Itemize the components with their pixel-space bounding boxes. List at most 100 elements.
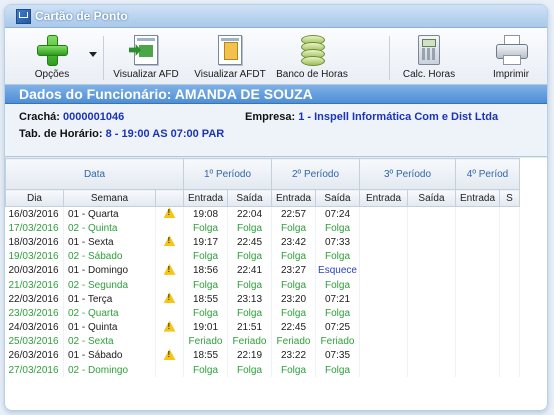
row-entrada-2: 22:57 <box>271 206 316 222</box>
row-saida-3 <box>407 249 456 264</box>
row-weekday: 02 - Domingo <box>63 363 156 378</box>
row-date: 22/03/2016 <box>5 292 64 307</box>
imprimir-button[interactable]: Imprimir <box>483 28 539 84</box>
row-saida-2: Folga <box>315 221 360 236</box>
warning-icon[interactable] <box>164 264 176 275</box>
table-row[interactable]: 20/03/201601 - Domingo 18:5622:4123:27Esq… <box>5 263 520 278</box>
table-row[interactable]: 17/03/2016 02 - Quinta Folga Folga Folga Folg… <box>5 221 520 236</box>
row-entrada-2: 23:42 <box>271 235 316 250</box>
table-row[interactable]: 23/03/2016 02 - Quarta Folga Folga Folga Folg… <box>5 306 520 321</box>
warning-icon[interactable] <box>164 207 176 218</box>
calc-horas-button[interactable]: Calc. Horas <box>399 28 459 84</box>
row-entrada-1: Folga <box>183 249 228 264</box>
row-saida-3 <box>407 263 456 278</box>
row-entrada-4 <box>455 206 500 222</box>
row-entrada-2: 23:22 <box>271 348 316 364</box>
toolbar: Opções Visualizar AFD Visualizar AFDT Ba… <box>5 28 547 85</box>
row-date: 18/03/2016 <box>5 235 64 250</box>
visualizar-afd-label: Visualizar AFD <box>113 69 179 80</box>
row-saida-2: Esquece <box>315 263 360 278</box>
column-header-dia[interactable]: Dia <box>5 189 64 207</box>
group-header-periodo-4[interactable]: 4º Períod <box>455 158 520 190</box>
column-header-entrada-3[interactable]: Entrada <box>359 189 408 207</box>
row-entrada-4 <box>455 235 500 250</box>
row-saida-2: 07:33 <box>315 235 360 250</box>
row-alert <box>155 320 184 335</box>
column-header-alert[interactable] <box>155 189 184 207</box>
row-weekday: 01 - Sábado <box>63 348 156 364</box>
row-alert <box>155 306 184 321</box>
row-entrada-4 <box>455 263 500 278</box>
row-entrada-3 <box>359 348 408 364</box>
row-date: 19/03/2016 <box>5 249 64 264</box>
timecard-grid[interactable]: Data 1º Período 2º Período 3º Período 4º… <box>5 158 547 410</box>
document-green-icon <box>129 35 158 65</box>
table-row[interactable]: 19/03/2016 02 - Sábado Folga Folga Folga Folg… <box>5 249 520 264</box>
empresa-label: Empresa: <box>245 111 296 123</box>
column-header-entrada-4[interactable]: Entrada <box>455 189 500 207</box>
warning-icon[interactable] <box>164 321 176 332</box>
table-row[interactable]: 26/03/201601 - Sábado 18:5522:1923:2207:3… <box>5 348 520 364</box>
row-saida-4 <box>499 263 520 278</box>
row-date: 26/03/2016 <box>5 348 64 364</box>
warning-icon[interactable] <box>164 292 176 303</box>
table-row[interactable]: 22/03/201601 - Terça 18:5523:1323:2007:21 <box>5 292 520 307</box>
row-saida-2: Folga <box>315 363 360 378</box>
row-weekday: 01 - Domingo <box>63 263 156 278</box>
row-alert <box>155 249 184 264</box>
row-saida-3 <box>407 221 456 236</box>
row-saida-2: 07:21 <box>315 292 360 307</box>
row-alert <box>155 363 184 378</box>
table-row[interactable]: 27/03/2016 02 - Domingo Folga Folga Folga Fol… <box>5 363 520 378</box>
opcoes-button[interactable]: Opções <box>21 28 83 84</box>
row-entrada-4 <box>455 348 500 364</box>
table-row[interactable]: 24/03/201601 - Quinta 19:0121:5122:4507:2… <box>5 320 520 335</box>
column-header-saida-2[interactable]: Saída <box>315 189 360 207</box>
row-entrada-4 <box>455 221 500 236</box>
row-saida-3 <box>407 306 456 321</box>
group-header-periodo-1[interactable]: 1º Período <box>183 158 272 190</box>
row-alert <box>155 348 184 364</box>
window-title: Cartão de Ponto <box>35 9 128 23</box>
column-header-saida-1[interactable]: Saída <box>227 189 272 207</box>
row-entrada-1: 19:17 <box>183 235 228 250</box>
visualizar-afd-button[interactable]: Visualizar AFD <box>106 28 186 84</box>
row-saida-4 <box>499 277 520 293</box>
row-entrada-3 <box>359 221 408 236</box>
row-entrada-1: 18:56 <box>183 263 228 278</box>
table-row[interactable]: 18/03/201601 - Sexta 19:1722:4523:4207:33 <box>5 235 520 250</box>
column-header-semana[interactable]: Semana <box>63 189 156 207</box>
group-header-periodo-2[interactable]: 2º Período <box>271 158 360 190</box>
table-row[interactable]: 16/03/201601 - Quarta 19:0822:0422:5707:2… <box>5 206 520 222</box>
column-header-saida-4[interactable]: S <box>499 189 520 207</box>
row-weekday: 01 - Quinta <box>63 320 156 335</box>
row-saida-4 <box>499 363 520 378</box>
column-header-entrada-1[interactable]: Entrada <box>183 189 228 207</box>
row-saida-4 <box>499 348 520 364</box>
database-icon <box>301 35 325 66</box>
table-row[interactable]: 21/03/2016 02 - Segunda Folga Folga Folga Fol… <box>5 277 520 293</box>
toolbar-divider <box>103 36 104 80</box>
group-header-periodo-3[interactable]: 3º Período <box>359 158 456 190</box>
horario-row: Tab. de Horário: 8 - 19:00 AS 07:00 PAR <box>19 128 224 140</box>
row-entrada-1: 18:55 <box>183 292 228 307</box>
row-entrada-2: Folga <box>271 306 316 321</box>
warning-icon[interactable] <box>164 235 176 246</box>
timecard-rows: 16/03/201601 - Quarta19:0822:0422:5707:2… <box>5 206 520 378</box>
visualizar-afdt-button[interactable]: Visualizar AFDT <box>188 28 272 84</box>
row-saida-3 <box>407 206 456 222</box>
row-saida-1: 22:04 <box>227 206 272 222</box>
banco-horas-button[interactable]: Banco de Horas <box>274 28 350 84</box>
row-entrada-4 <box>455 363 500 378</box>
row-entrada-1: 19:08 <box>183 206 228 222</box>
column-header-entrada-2[interactable]: Entrada <box>271 189 316 207</box>
column-header-saida-3[interactable]: Saída <box>407 189 456 207</box>
row-saida-4 <box>499 334 520 349</box>
group-header-data[interactable]: Data <box>5 158 184 190</box>
table-row[interactable]: 25/03/2016 02 - Sexta Feriado Feriado Feriad… <box>5 334 520 349</box>
chevron-down-icon[interactable] <box>89 52 97 57</box>
row-entrada-4 <box>455 292 500 307</box>
warning-icon[interactable] <box>164 349 176 360</box>
row-saida-3 <box>407 235 456 250</box>
timecard-table: Data 1º Período 2º Período 3º Período 4º… <box>5 158 520 378</box>
